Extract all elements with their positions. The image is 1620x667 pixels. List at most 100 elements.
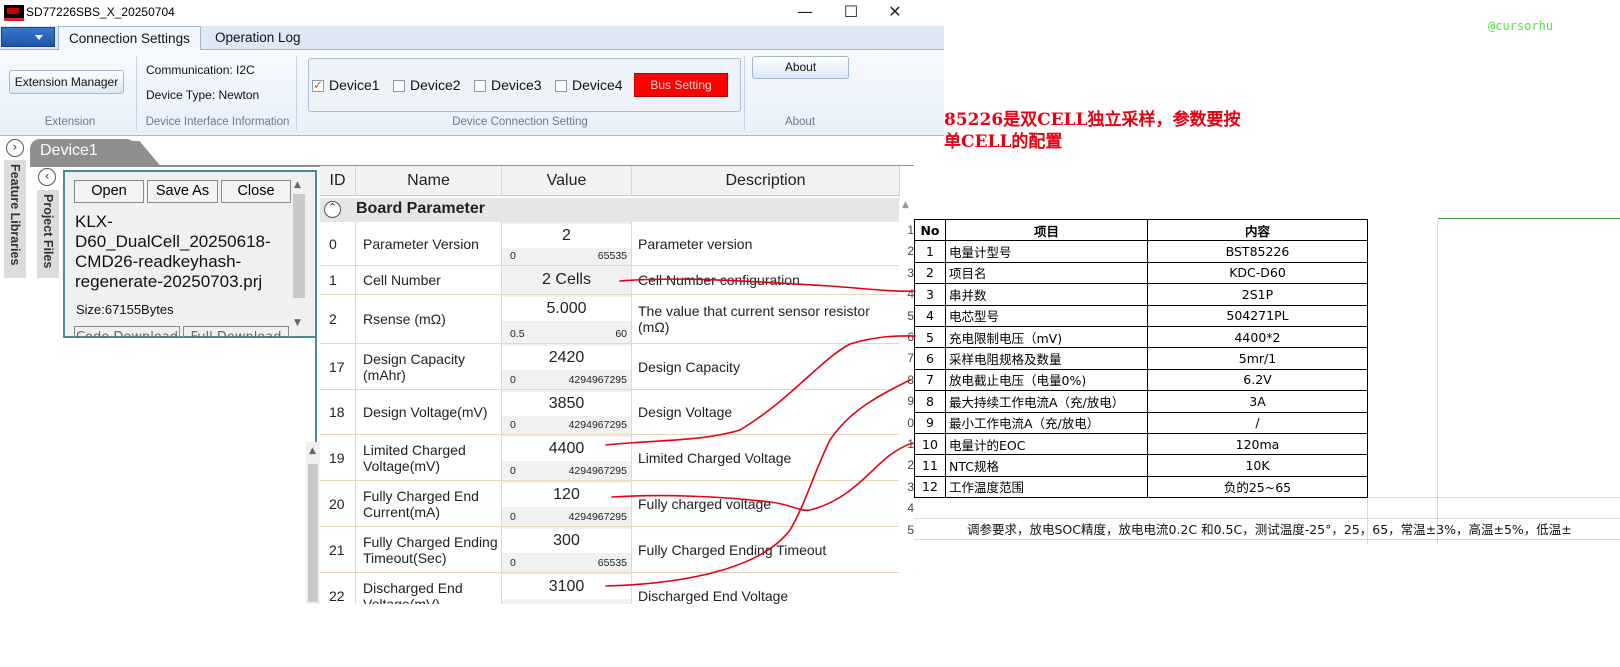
row-value[interactable]: 5.000 bbox=[502, 297, 631, 321]
tab-device1[interactable]: Device1 bbox=[30, 139, 136, 166]
collapse-section-icon[interactable]: ⌃ bbox=[324, 201, 341, 218]
minimize-icon[interactable]: — bbox=[795, 3, 815, 23]
table-row[interactable]: 22Discharged End Voltage(mV)3100 0 4294967… bbox=[320, 573, 914, 604]
spec-no[interactable]: 9 bbox=[914, 411, 946, 434]
row-value[interactable]: 120 bbox=[502, 483, 631, 507]
row-value-cell[interactable]: 2420 0 4294967295 bbox=[502, 344, 632, 389]
table-row[interactable]: 19 Limited Charged Voltage(mV) 4400 0 429496… bbox=[320, 435, 914, 481]
tab-operation-log[interactable]: Operation Log bbox=[205, 26, 311, 50]
panel-vertical-scrollbar[interactable]: ▲ bbox=[306, 442, 320, 604]
row-value-cell[interactable]: 2 Cells bbox=[502, 266, 632, 294]
row-value[interactable]: 3850 bbox=[502, 392, 631, 416]
spec-content[interactable]: BST85226 bbox=[1147, 240, 1368, 263]
spec-content[interactable]: 504271PL bbox=[1147, 304, 1368, 327]
spec-row[interactable]: 11 NTC规格 10K bbox=[914, 454, 1368, 477]
spec-content[interactable]: 4400*2 bbox=[1147, 325, 1368, 349]
spec-item[interactable]: 采样电阻规格及数量 bbox=[945, 347, 1148, 370]
about-button[interactable]: About bbox=[752, 56, 849, 79]
table-row[interactable]: 21 Fully Charged Ending Timeout(Sec) 300 0 6… bbox=[320, 527, 914, 573]
spec-no[interactable]: 6 bbox=[914, 347, 946, 370]
spec-header-item[interactable]: 项目 bbox=[945, 219, 1148, 242]
column-header-id[interactable]: ID bbox=[320, 166, 356, 196]
column-header-description[interactable]: Description bbox=[632, 166, 900, 196]
spec-row[interactable]: 2 项目名 KDC-D60 bbox=[914, 261, 1368, 285]
spec-header-no[interactable]: No bbox=[914, 219, 946, 242]
device4-checkbox[interactable] bbox=[555, 80, 567, 92]
row-value-cell[interactable]: 4400 0 4294967295 bbox=[502, 435, 632, 480]
spec-row[interactable]: 1 电量计型号 BST85226 bbox=[914, 240, 1368, 263]
open-button[interactable]: Open bbox=[74, 180, 144, 203]
spec-no[interactable]: 11 bbox=[914, 454, 946, 477]
row-value-cell[interactable]: 5.000 0.5 60 bbox=[502, 295, 632, 343]
spec-content[interactable]: 3A bbox=[1147, 390, 1368, 413]
maximize-icon[interactable]: ☐ bbox=[841, 3, 861, 23]
bus-setting-button[interactable]: Bus Setting bbox=[634, 73, 728, 97]
collapse-project-files-icon[interactable]: ‹ bbox=[38, 168, 56, 186]
spec-row[interactable]: 10 电量计的EOC 120ma bbox=[914, 432, 1368, 456]
device3-checkbox[interactable] bbox=[474, 80, 486, 92]
row-value[interactable]: 3100 bbox=[502, 575, 631, 599]
spec-item[interactable]: 工作温度范围 bbox=[945, 475, 1148, 499]
scroll-up-icon[interactable]: ▲ bbox=[294, 180, 301, 190]
spec-row[interactable]: 3 串并数 2S1P bbox=[914, 283, 1368, 306]
spec-header-content[interactable]: 内容 bbox=[1147, 219, 1368, 242]
spec-item[interactable]: NTC规格 bbox=[945, 454, 1148, 477]
spec-row[interactable]: 7 放电截止电压（电量0%) 6.2V bbox=[914, 368, 1368, 392]
scroll-up-icon[interactable]: ▲ bbox=[309, 446, 316, 456]
spec-row[interactable]: 5 充电限制电压（mV) 4400*2 bbox=[914, 325, 1368, 349]
spec-no[interactable]: 8 bbox=[914, 390, 946, 413]
spec-item[interactable]: 最大持续工作电流A（充/放电） bbox=[945, 390, 1148, 413]
row-value-cell[interactable]: 120 0 4294967295 bbox=[502, 481, 632, 526]
table-row[interactable]: 0 Parameter Version 2 0 65535 Parameter versi… bbox=[320, 222, 914, 266]
spec-content[interactable]: 5mr/1 bbox=[1147, 347, 1368, 370]
device2-checkbox[interactable] bbox=[393, 80, 405, 92]
row-value[interactable]: 2 Cells bbox=[502, 266, 631, 294]
spec-content[interactable]: / bbox=[1147, 411, 1368, 434]
project-files-strip[interactable]: Project Files bbox=[37, 190, 59, 278]
scroll-down-icon[interactable]: ▼ bbox=[294, 318, 301, 328]
row-value-cell[interactable]: 3100 0 4294967295 bbox=[502, 573, 632, 604]
spec-item[interactable]: 电芯型号 bbox=[945, 304, 1148, 327]
row-value-cell[interactable]: 3850 0 4294967295 bbox=[502, 390, 632, 434]
save-as-button[interactable]: Save As bbox=[147, 180, 218, 203]
spec-no[interactable]: 10 bbox=[914, 432, 946, 456]
row-value-cell[interactable]: 300 0 65535 bbox=[502, 527, 632, 572]
extension-manager-button[interactable]: Extension Manager bbox=[9, 70, 124, 94]
row-value[interactable]: 4400 bbox=[502, 437, 631, 461]
table-row[interactable]: 2 Rsense (mΩ) 5.000 0.5 60 The value that cur… bbox=[320, 295, 914, 344]
spec-item[interactable]: 串并数 bbox=[945, 283, 1148, 306]
spec-content[interactable]: 10K bbox=[1147, 454, 1368, 477]
spec-item[interactable]: 充电限制电压（mV) bbox=[945, 325, 1148, 349]
spec-content[interactable]: 负的25~65 bbox=[1147, 475, 1368, 499]
tab-connection-settings[interactable]: Connection Settings bbox=[58, 26, 201, 51]
spec-no[interactable]: 1 bbox=[914, 240, 946, 263]
table-row[interactable]: 1 Cell Number 2 Cells Cell Number configura… bbox=[320, 266, 914, 295]
table-row[interactable]: 17 Design Capacity (mAhr) 2420 0 4294967295 D… bbox=[320, 344, 914, 390]
column-header-value[interactable]: Value bbox=[502, 166, 632, 196]
scroll-thumb[interactable] bbox=[293, 194, 305, 298]
row-value[interactable]: 2 bbox=[502, 224, 631, 248]
app-menu-button[interactable] bbox=[1, 27, 55, 47]
spec-item[interactable]: 电量计型号 bbox=[945, 240, 1148, 263]
spec-item[interactable]: 项目名 bbox=[945, 261, 1148, 285]
tuning-requirement-remark[interactable]: 调参要求，放电SOC精度，放电电流0.2C 和0.5C，测试温度-25°，25，… bbox=[967, 519, 1572, 538]
device1-checkbox[interactable] bbox=[312, 78, 324, 92]
table-row[interactable]: 20 Fully Charged End Current(mA) 120 0 42949… bbox=[320, 481, 914, 527]
feature-libraries-strip[interactable]: Feature Libraries bbox=[4, 160, 26, 278]
close-project-button[interactable]: Close bbox=[221, 180, 291, 203]
spec-no[interactable]: 2 bbox=[914, 261, 946, 285]
spec-row[interactable]: 12 工作温度范围 负的25~65 bbox=[914, 475, 1368, 499]
close-icon[interactable]: ✕ bbox=[885, 3, 905, 23]
spec-content[interactable]: 6.2V bbox=[1147, 368, 1368, 392]
column-header-name[interactable]: Name bbox=[356, 166, 502, 196]
spec-content[interactable]: KDC-D60 bbox=[1147, 261, 1368, 285]
row-value-cell[interactable]: 2 0 65535 bbox=[502, 222, 632, 265]
full-download-button[interactable]: Full Download bbox=[183, 326, 289, 338]
code-download-button[interactable]: Code Download bbox=[74, 326, 180, 338]
expand-feature-libraries-icon[interactable]: › bbox=[6, 139, 24, 157]
project-scrollbar[interactable]: ▲ ▼ bbox=[291, 180, 307, 330]
spec-content[interactable]: 120ma bbox=[1147, 432, 1368, 456]
spec-row[interactable]: 9 最小工作电流A（充/放电） / bbox=[914, 411, 1368, 434]
row-value[interactable]: 2420 bbox=[502, 346, 631, 370]
spec-no[interactable]: 4 bbox=[914, 304, 946, 327]
